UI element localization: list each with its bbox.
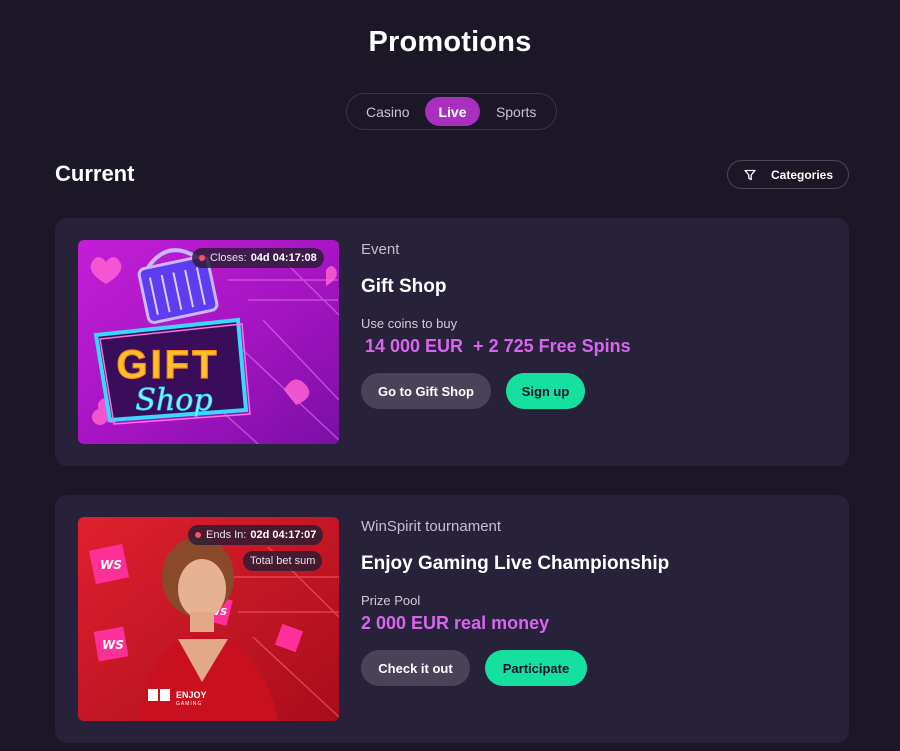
- participate-button[interactable]: Participate: [485, 650, 587, 686]
- categories-button[interactable]: Categories: [727, 160, 849, 189]
- shop-text: Shop: [135, 383, 212, 418]
- promotion-sublabel: Prize Pool: [361, 593, 421, 608]
- promotion-title: Gift Shop: [361, 276, 447, 297]
- gift-text: GIFT: [116, 343, 219, 387]
- promotion-title: Enjoy Gaming Live Championship: [361, 553, 670, 574]
- gaming-brand-text: GAMING: [176, 701, 202, 707]
- promotion-category: Event: [361, 241, 400, 258]
- promotion-card-live-championship: WS WS WS ENJOY GAMING Ends In: 02d 04:17…: [55, 495, 849, 743]
- tab-casino[interactable]: Casino: [351, 97, 425, 126]
- promotion-card-gift-shop: GIFT Shop Closes: 04d 04:17:08 Event Gif…: [55, 218, 849, 466]
- promotion-tabs: Casino Live Sports: [346, 93, 557, 130]
- promotion-prize: 14 000 EUR + 2 725 Free Spins: [365, 336, 631, 356]
- ws-logo-1: WS: [100, 558, 122, 572]
- countdown-badge: Ends In: 02d 04:17:07: [188, 525, 324, 545]
- go-to-gift-shop-button[interactable]: Go to Gift Shop: [361, 373, 491, 409]
- promotion-category: WinSpirit tournament: [361, 518, 502, 535]
- enjoy-brand-text: ENJOY: [176, 690, 207, 700]
- countdown-time: 02d 04:17:07: [250, 529, 317, 541]
- status-dot: [199, 255, 205, 261]
- page-title: Promotions: [368, 26, 532, 58]
- countdown-label: Closes:: [210, 252, 247, 264]
- gift-shop-artwork: GIFT Shop: [78, 240, 339, 444]
- championship-image[interactable]: WS WS WS ENJOY GAMING Ends In: 02d 04:17…: [78, 517, 339, 721]
- section-title: Current: [55, 161, 135, 186]
- countdown-label: Ends In:: [206, 529, 247, 541]
- championship-artwork: WS WS WS ENJOY GAMING: [78, 517, 339, 721]
- tab-sports[interactable]: Sports: [480, 97, 552, 126]
- categories-label: Categories: [771, 167, 834, 182]
- promotion-prize: 2 000 EUR real money: [361, 613, 550, 633]
- tab-live[interactable]: Live: [424, 97, 481, 126]
- total-bet-sum-label: Total bet sum: [250, 555, 316, 567]
- countdown-badge: Closes: 04d 04:17:08: [192, 248, 324, 268]
- ws-logo-3: WS: [102, 638, 124, 652]
- filter-icon: [744, 169, 756, 180]
- total-bet-sum-badge: Total bet sum: [243, 551, 323, 571]
- promotion-sublabel: Use coins to buy: [361, 316, 458, 331]
- status-dot: [195, 532, 201, 538]
- gift-shop-image[interactable]: GIFT Shop Closes: 04d 04:17:08: [78, 240, 339, 444]
- check-it-out-button[interactable]: Check it out: [361, 650, 470, 686]
- countdown-time: 04d 04:17:08: [250, 252, 317, 264]
- sign-up-button[interactable]: Sign up: [506, 373, 585, 409]
